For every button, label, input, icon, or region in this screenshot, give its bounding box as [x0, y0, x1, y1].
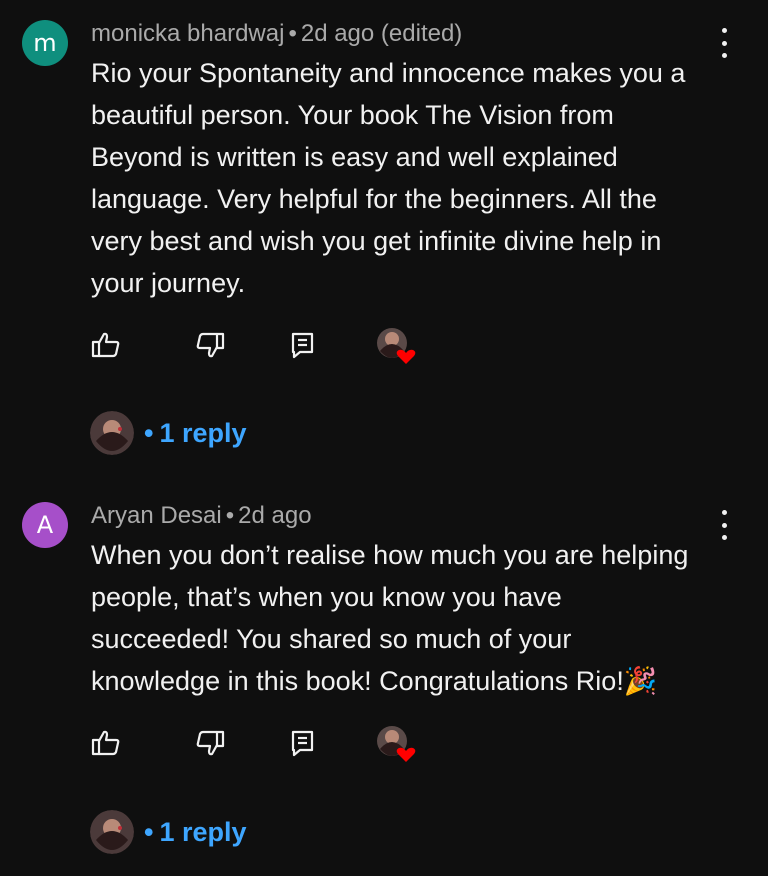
comment-text: When you don’t realise how much you are …: [91, 534, 731, 702]
like-button[interactable]: [86, 723, 126, 763]
author-avatar[interactable]: A: [22, 502, 68, 548]
comment-line: When you don’t realise how much you are …: [91, 540, 689, 570]
reply-button[interactable]: [283, 723, 323, 763]
replier-avatar: [90, 810, 134, 854]
creator-heart: [376, 725, 420, 765]
avatar-letter: A: [36, 511, 54, 539]
thumbs-down-icon: [196, 730, 225, 756]
view-replies-button[interactable]: • 1 reply: [90, 809, 247, 855]
comment-actions: [0, 723, 768, 763]
comment-meta: Aryan Desai • 2d ago: [91, 502, 312, 530]
comment-time: 2d ago: [238, 502, 312, 529]
comment-icon: [291, 730, 314, 757]
meta-separator: •: [225, 502, 235, 529]
author-name[interactable]: Aryan Desai: [91, 502, 222, 529]
comment-line: people, that’s when you know you have: [91, 582, 562, 612]
comment-line: knowledge in this book! Congratulations …: [91, 666, 658, 696]
comment-2: A Aryan Desai • 2d ago When you don’t real…: [0, 0, 768, 876]
reply-bullet: •: [144, 816, 154, 847]
replies-label: • 1 reply: [144, 817, 247, 848]
reply-count: 1 reply: [159, 816, 247, 847]
thumbs-up-icon: [91, 730, 120, 756]
dislike-button[interactable]: [190, 723, 230, 763]
creator-heart-icon: [377, 726, 416, 762]
comment-line: succeeded! You shared so much of your: [91, 624, 572, 654]
